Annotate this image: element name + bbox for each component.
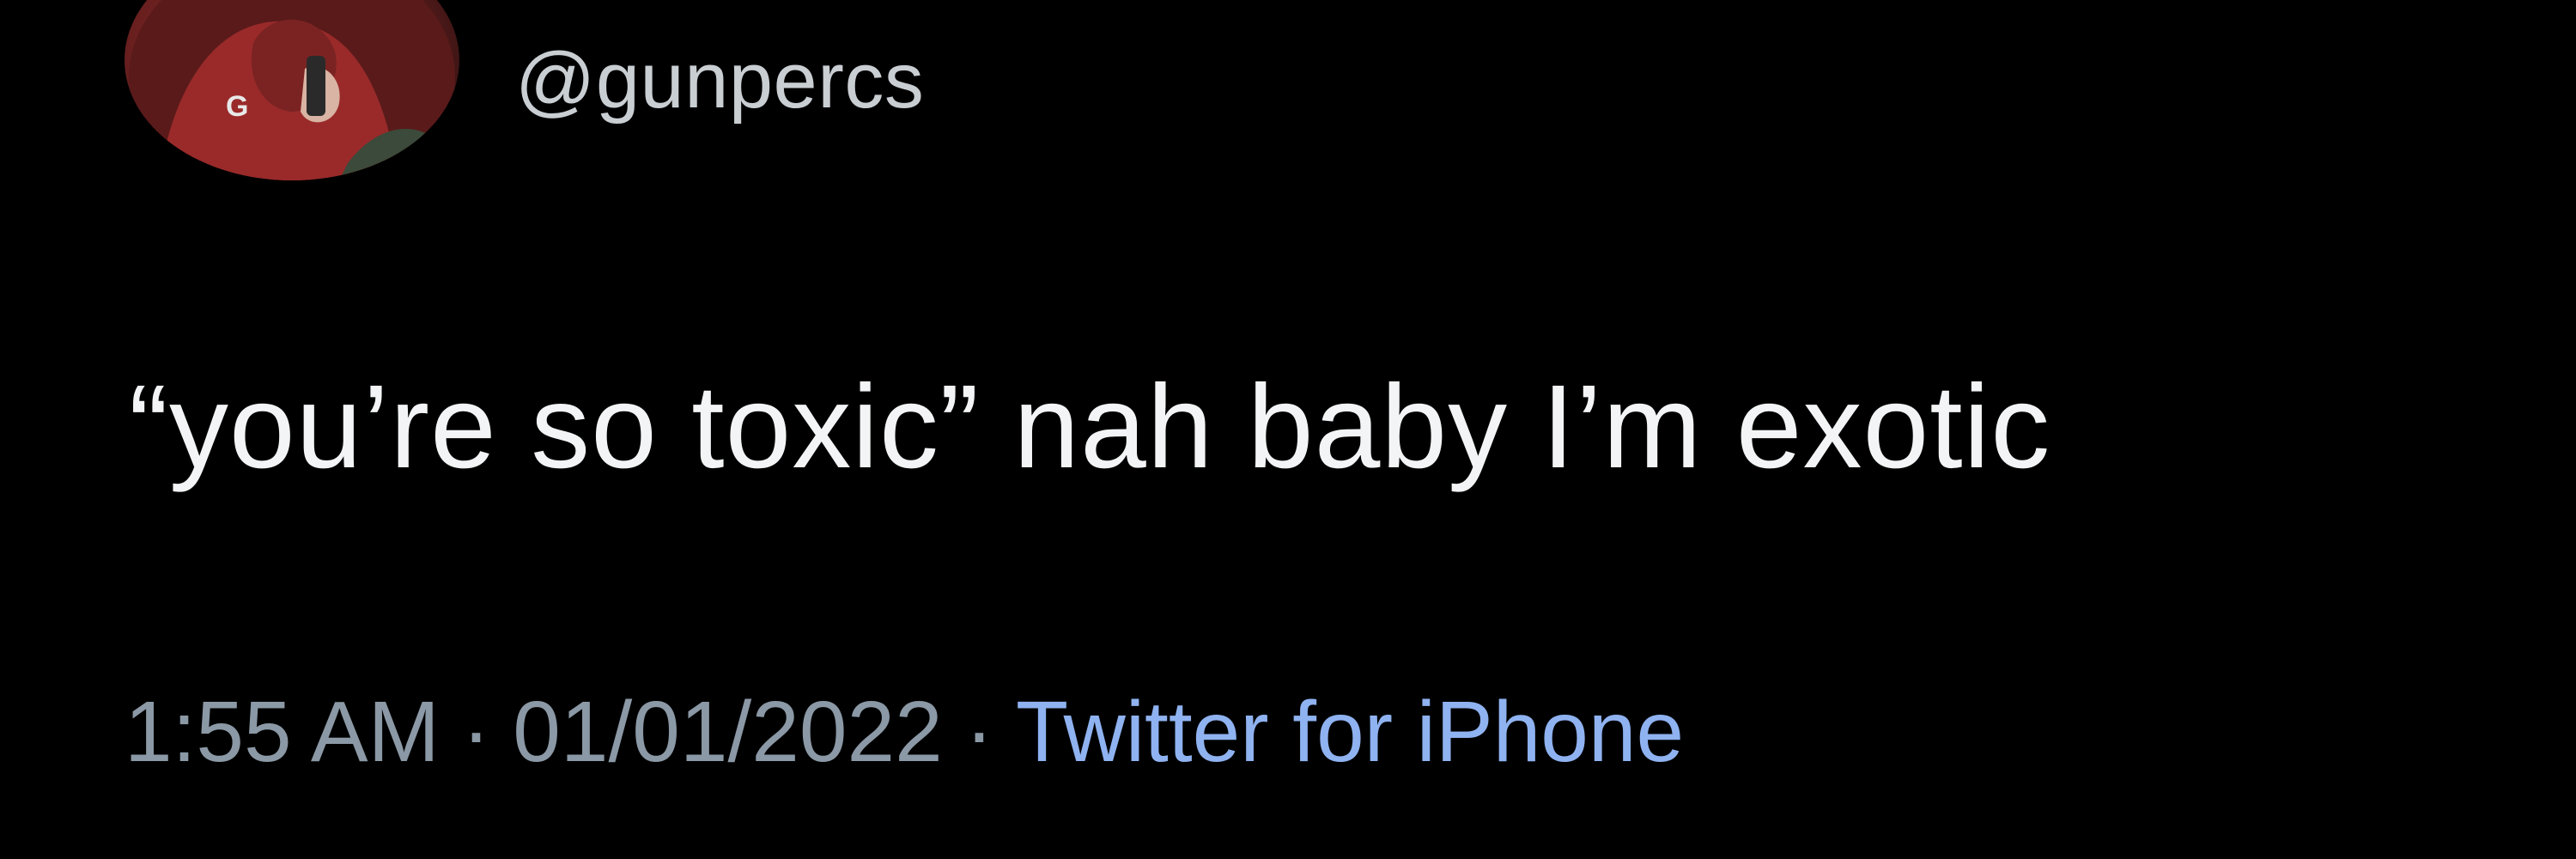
tweet-metadata: 1:55 AM · 01/01/2022 · Twitter for iPhone — [125, 683, 1684, 782]
tweet-card: G @gunpercs “you’re so toxic” nah baby I… — [0, 0, 2576, 859]
tweet-text: “you’re so toxic” nah baby I’m exotic — [129, 361, 2051, 493]
user-handle[interactable]: @gunpercs — [515, 36, 924, 126]
tweet-source-link[interactable]: Twitter for iPhone — [1016, 684, 1684, 780]
avatar[interactable]: G — [125, 0, 459, 180]
svg-text:G: G — [226, 90, 248, 123]
separator: · — [461, 684, 491, 780]
tweet-time[interactable]: 1:55 AM — [125, 684, 440, 780]
tweet-date[interactable]: 01/01/2022 — [513, 684, 943, 780]
avatar-image: G — [129, 0, 459, 180]
separator: · — [964, 684, 994, 780]
